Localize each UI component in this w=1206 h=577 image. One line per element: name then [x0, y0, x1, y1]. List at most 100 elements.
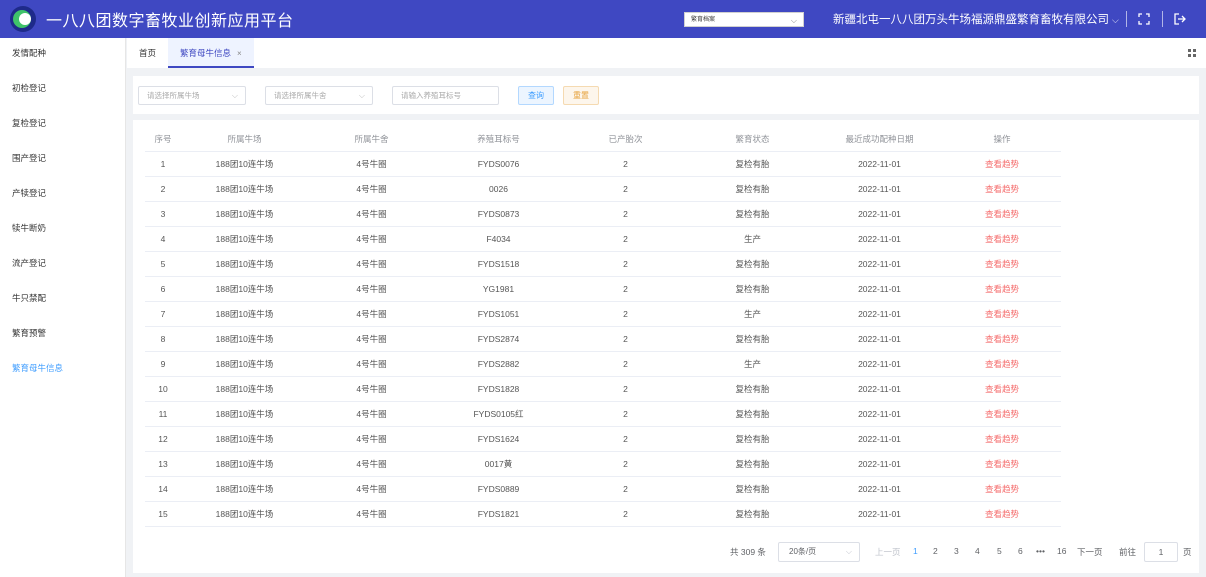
cell-eartag: 0017黄	[435, 451, 562, 477]
cell-breeding-date: 2022-11-01	[816, 476, 943, 502]
cell-farm: 188团10连牛场	[181, 501, 308, 527]
sidebar-item-abortion[interactable]: 流产登记	[0, 248, 125, 283]
module-select-value: 繁育档案	[691, 17, 716, 23]
view-trend-link[interactable]: 查看趋势	[943, 501, 1061, 527]
view-trend-link[interactable]: 查看趋势	[943, 476, 1061, 502]
reset-button[interactable]: 重置	[563, 85, 599, 105]
view-trend-link[interactable]: 查看趋势	[943, 176, 1061, 202]
page-number[interactable]: 1	[913, 546, 918, 556]
cell-index: 1	[145, 151, 181, 177]
query-button[interactable]: 查询	[518, 85, 554, 105]
cell-breeding-date: 2022-11-01	[816, 351, 943, 377]
module-select[interactable]: 繁育档案 ⌵	[684, 12, 804, 27]
prev-page-button[interactable]: 上一页	[875, 546, 901, 558]
fullscreen-icon[interactable]	[1137, 12, 1151, 26]
view-trend-link[interactable]: 查看趋势	[943, 426, 1061, 452]
page-size-select[interactable]: 20条/页 ⌵	[778, 542, 860, 562]
cell-eartag: FYDS1518	[435, 251, 562, 277]
grid-menu-icon[interactable]	[1188, 49, 1196, 57]
cell-eartag: FYDS1828	[435, 376, 562, 402]
view-trend-link[interactable]: 查看趋势	[943, 251, 1061, 277]
sidebar-item-weaning[interactable]: 犊牛断奶	[0, 213, 125, 248]
close-icon[interactable]: ×	[237, 49, 242, 58]
cell-eartag: F4034	[435, 226, 562, 252]
chevron-down-icon: ⌵	[1112, 15, 1119, 25]
sidebar-item-estrus-breeding[interactable]: 发情配种	[0, 38, 125, 73]
company-dropdown[interactable]: 新疆北屯一八八团万头牛场福源鼎盛繁育畜牧有限公司 ⌵	[833, 11, 1119, 27]
cell-status: 复检有胎	[689, 451, 816, 477]
table-row: 9 188团10连牛场 4号牛圈 FYDS2882 2 生产 2022-11-01 查看趋势	[145, 351, 1061, 377]
sidebar-item-breeding-cows[interactable]: 繁育母牛信息	[0, 353, 125, 388]
view-trend-link[interactable]: 查看趋势	[943, 226, 1061, 252]
table-row: 4 188团10连牛场 4号牛圈 F4034 2 生产 2022-11-01 查看趋势	[145, 226, 1061, 252]
eartag-input[interactable]: 请输入养殖耳标号	[392, 85, 499, 105]
cell-breeding-date: 2022-11-01	[816, 176, 943, 202]
company-name: 新疆北屯一八八团万头牛场福源鼎盛繁育畜牧有限公司	[833, 14, 1109, 26]
cell-barn: 4号牛圈	[308, 251, 435, 277]
barn-select[interactable]: 请选择所属牛舍 ⌵	[265, 85, 373, 105]
farm-select[interactable]: 请选择所属牛场 ⌵	[138, 85, 246, 105]
chevron-down-icon: ⌵	[845, 547, 852, 556]
page-number[interactable]: 4	[975, 546, 980, 556]
tab-bar: 首页 繁育母牛信息 ×	[127, 38, 1206, 68]
cell-status: 复检有胎	[689, 176, 816, 202]
next-page-button[interactable]: 下一页	[1077, 546, 1103, 558]
cell-parity: 2	[562, 201, 689, 227]
column-header: 所属牛舍	[308, 127, 435, 152]
cell-farm: 188团10连牛场	[181, 301, 308, 327]
filter-bar: 请选择所属牛场 ⌵ 请选择所属牛舍 ⌵ 请输入养殖耳标号 查询 重置	[133, 76, 1199, 114]
cell-index: 7	[145, 301, 181, 327]
view-trend-link[interactable]: 查看趋势	[943, 276, 1061, 302]
view-trend-link[interactable]: 查看趋势	[943, 401, 1061, 427]
cell-farm: 188团10连牛场	[181, 326, 308, 352]
cell-parity: 2	[562, 276, 689, 302]
cell-breeding-date: 2022-11-01	[816, 301, 943, 327]
cell-status: 复检有胎	[689, 326, 816, 352]
view-trend-link[interactable]: 查看趋势	[943, 451, 1061, 477]
barn-select-placeholder: 请选择所属牛舍	[274, 90, 327, 100]
view-trend-link[interactable]: 查看趋势	[943, 301, 1061, 327]
table-row: 8 188团10连牛场 4号牛圈 FYDS2874 2 复检有胎 2022-11-01 查看趋…	[145, 326, 1061, 352]
cell-farm: 188团10连牛场	[181, 151, 308, 177]
tab-home[interactable]: 首页	[127, 38, 168, 68]
cell-eartag: FYDS2874	[435, 326, 562, 352]
view-trend-link[interactable]: 查看趋势	[943, 201, 1061, 227]
cell-index: 12	[145, 426, 181, 452]
view-trend-link[interactable]: 查看趋势	[943, 351, 1061, 377]
cell-status: 复检有胎	[689, 426, 816, 452]
sidebar-item-recheck[interactable]: 复检登记	[0, 108, 125, 143]
view-trend-link[interactable]: 查看趋势	[943, 326, 1061, 352]
sidebar-item-calving[interactable]: 产犊登记	[0, 178, 125, 213]
cell-eartag: FYDS0076	[435, 151, 562, 177]
cell-barn: 4号牛圈	[308, 501, 435, 527]
page-number[interactable]: 3	[954, 546, 959, 556]
logout-icon[interactable]	[1173, 12, 1187, 26]
view-trend-link[interactable]: 查看趋势	[943, 376, 1061, 402]
sidebar-item-perinatal[interactable]: 围产登记	[0, 143, 125, 178]
page-number[interactable]: 2	[933, 546, 938, 556]
page-number[interactable]: 16	[1057, 546, 1066, 556]
cell-status: 复检有胎	[689, 376, 816, 402]
table-row: 10 188团10连牛场 4号牛圈 FYDS1828 2 复检有胎 2022-11-01 查看…	[145, 376, 1061, 402]
page-number[interactable]: 6	[1018, 546, 1023, 556]
column-header: 操作	[943, 127, 1061, 152]
cell-index: 4	[145, 226, 181, 252]
view-trend-link[interactable]: 查看趋势	[943, 151, 1061, 177]
more-pages-icon[interactable]: •••	[1036, 546, 1045, 556]
cell-barn: 4号牛圈	[308, 476, 435, 502]
sidebar-item-breeding-ban[interactable]: 牛只禁配	[0, 283, 125, 318]
cell-farm: 188团10连牛场	[181, 251, 308, 277]
sidebar: 发情配种 初检登记 复检登记 围产登记 产犊登记 犊牛断奶 流产登记 牛只禁配 …	[0, 38, 126, 577]
chevron-down-icon: ⌵	[231, 90, 238, 100]
cell-barn: 4号牛圈	[308, 401, 435, 427]
cell-barn: 4号牛圈	[308, 276, 435, 302]
cell-barn: 4号牛圈	[308, 301, 435, 327]
page-number[interactable]: 5	[997, 546, 1002, 556]
sidebar-item-initial-check[interactable]: 初检登记	[0, 73, 125, 108]
table-row: 6 188团10连牛场 4号牛圈 YG1981 2 复检有胎 2022-11-01 查看趋势	[145, 276, 1061, 302]
cell-eartag: FYDS1624	[435, 426, 562, 452]
tab-breeding-cows[interactable]: 繁育母牛信息 ×	[168, 38, 254, 68]
cell-status: 生产	[689, 226, 816, 252]
goto-page-input[interactable]: 1	[1144, 542, 1178, 562]
sidebar-item-breeding-alert[interactable]: 繁育预警	[0, 318, 125, 353]
